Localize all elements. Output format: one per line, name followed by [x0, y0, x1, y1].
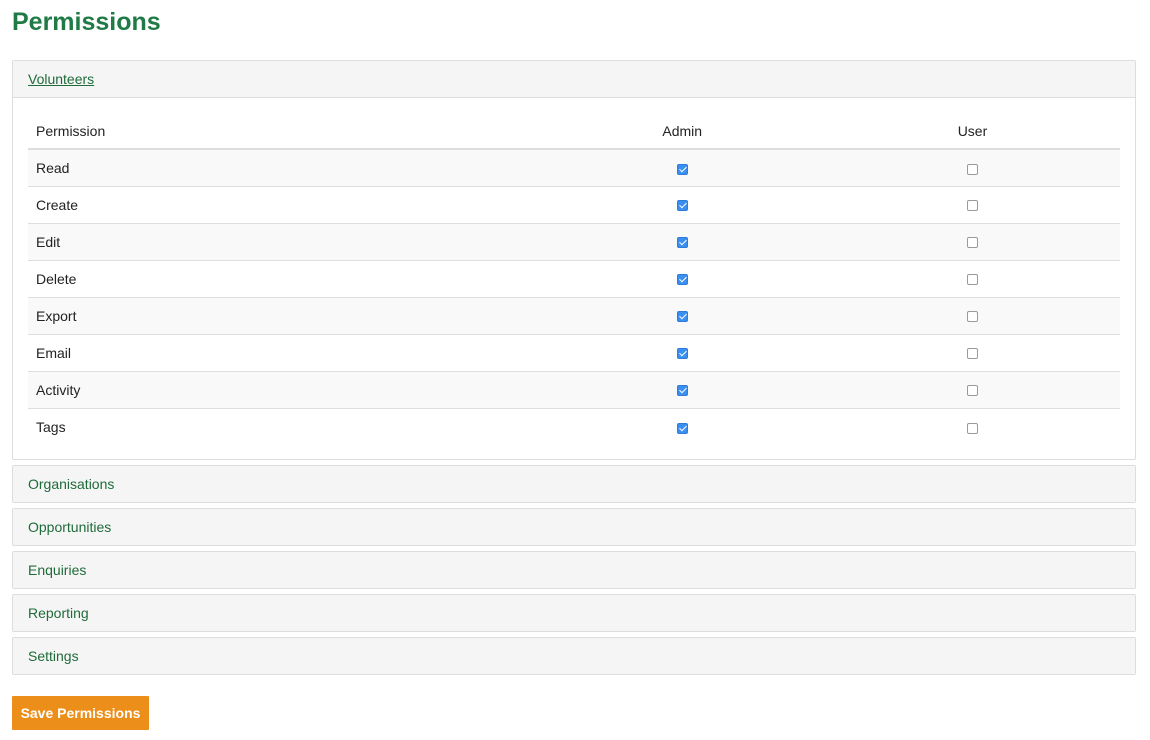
user-cell	[824, 407, 1120, 445]
table-row: Activity	[28, 370, 1120, 408]
permission-name: Tags	[28, 407, 540, 445]
user-cell	[824, 296, 1120, 334]
page-title: Permissions	[12, 8, 161, 36]
admin-checkbox[interactable]	[676, 237, 688, 249]
panel-opportunities: Opportunities	[12, 508, 1136, 546]
permissions-accordion: Volunteers Permission Admin User Read Cre…	[12, 60, 1136, 680]
permission-name: Edit	[28, 222, 540, 260]
user-cell	[825, 149, 1120, 186]
panel-toggle-settings[interactable]: Settings	[28, 648, 79, 664]
save-permissions-button[interactable]: Save Permissions	[12, 696, 149, 730]
panel-organisations: Organisations	[12, 465, 1136, 503]
admin-cell	[539, 370, 825, 408]
column-header-permission: Permission	[28, 113, 540, 150]
user-cell	[824, 222, 1120, 260]
user-cell	[824, 370, 1120, 408]
table-row: Tags	[28, 407, 1120, 445]
permission-name: Delete	[28, 259, 540, 297]
table-header-row: Permission Admin User	[28, 113, 1120, 150]
panel-enquiries: Enquiries	[12, 551, 1136, 589]
panel-toggle-reporting[interactable]: Reporting	[28, 605, 89, 621]
admin-cell	[539, 222, 825, 260]
table-row: Delete	[28, 259, 1120, 297]
table-row: Edit	[28, 222, 1120, 260]
panel-heading-volunteers[interactable]: Volunteers	[13, 61, 1135, 98]
user-checkbox[interactable]	[966, 200, 978, 212]
table-row: Export	[28, 296, 1120, 334]
panel-heading-opportunities[interactable]: Opportunities	[13, 509, 1135, 545]
admin-cell	[539, 185, 825, 223]
admin-checkbox[interactable]	[676, 200, 688, 212]
admin-cell	[539, 259, 825, 297]
permissions-table-body: Read Create Edit Delete Export Email Activity T…	[28, 149, 1120, 445]
panel-heading-enquiries[interactable]: Enquiries	[13, 552, 1135, 588]
admin-checkbox[interactable]	[676, 385, 688, 397]
panel-toggle-enquiries[interactable]: Enquiries	[28, 562, 86, 578]
permission-name: Activity	[28, 370, 540, 408]
table-row: Email	[28, 333, 1120, 371]
admin-cell	[539, 333, 825, 371]
user-cell	[824, 333, 1120, 371]
user-checkbox[interactable]	[966, 385, 978, 397]
permissions-table: Permission Admin User Read Create Edit Dele…	[28, 113, 1120, 445]
permission-name: Read	[36, 159, 70, 176]
user-cell	[824, 259, 1120, 297]
admin-checkbox[interactable]	[676, 422, 688, 434]
panel-toggle-volunteers[interactable]: Volunteers	[28, 71, 94, 87]
user-cell	[824, 185, 1120, 223]
panel-settings: Settings	[12, 637, 1136, 675]
admin-checkbox[interactable]	[676, 274, 688, 286]
permission-name: Email	[28, 333, 540, 371]
permission-name: Create	[28, 185, 540, 223]
panel-toggle-organisations[interactable]: Organisations	[28, 476, 114, 492]
panel-toggle-opportunities[interactable]: Opportunities	[28, 519, 111, 535]
panel-heading-reporting[interactable]: Reporting	[13, 595, 1135, 631]
panel-body-volunteers: Permission Admin User Read Create Edit Dele…	[13, 98, 1135, 459]
admin-checkbox[interactable]	[676, 348, 688, 360]
table-row: Create	[28, 185, 1120, 223]
user-checkbox[interactable]	[966, 422, 978, 434]
admin-cell	[539, 407, 825, 445]
admin-checkbox[interactable]	[676, 311, 688, 323]
table-row: Read	[28, 149, 1120, 186]
admin-cell	[540, 149, 825, 186]
user-checkbox[interactable]	[966, 348, 978, 360]
admin-checkbox[interactable]	[676, 163, 688, 175]
column-header-admin: Admin	[539, 113, 825, 150]
user-checkbox[interactable]	[966, 163, 978, 175]
user-checkbox[interactable]	[966, 237, 978, 249]
panel-heading-settings[interactable]: Settings	[13, 638, 1135, 674]
admin-cell	[539, 296, 825, 334]
panel-reporting: Reporting	[12, 594, 1136, 632]
user-checkbox[interactable]	[966, 274, 978, 286]
panel-heading-organisations[interactable]: Organisations	[13, 466, 1135, 502]
column-header-user: User	[824, 113, 1120, 150]
permission-name: Export	[28, 296, 540, 334]
user-checkbox[interactable]	[966, 311, 978, 323]
panel-volunteers: Volunteers Permission Admin User Read Cre…	[12, 60, 1136, 460]
